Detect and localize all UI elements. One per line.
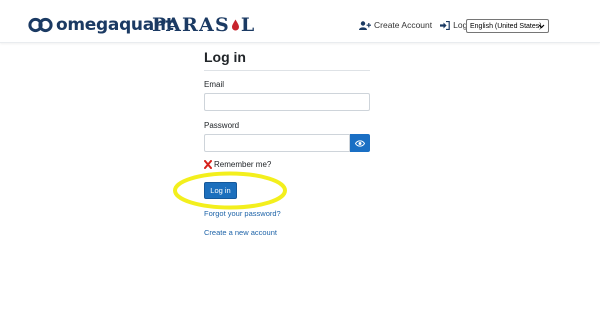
create-account-link[interactable]: Create Account [359,20,432,30]
register-link[interactable]: Create a new account [204,228,277,237]
remember-me-label: Remember me? [214,160,272,169]
show-password-button[interactable] [350,134,370,152]
eye-icon [355,139,365,147]
email-label: Email [204,80,225,89]
sign-in-icon [440,20,450,30]
login-form: Log in Email Password Remember me? Log i… [173,48,370,237]
email-field[interactable] [204,93,370,111]
password-label: Password [204,121,240,130]
partner-logo-text-end: L [240,14,256,36]
remember-me-checkbox[interactable]: Remember me? [204,160,271,169]
logo-icon [28,17,53,33]
log-in-button[interactable]: Log in [204,182,237,199]
x-mark-icon [204,160,212,169]
top-navbar: omegaquant PARAS L Create Account Log in [0,0,600,43]
language-select[interactable]: English (United States) [466,19,549,33]
page-title: Log in [204,49,246,65]
add-user-icon [359,20,371,30]
password-field[interactable] [204,134,350,152]
chevron-down-icon [538,24,545,29]
partner-logo-text-start: PARAS [152,14,230,36]
title-divider [204,70,370,71]
partner-logo: PARAS L [152,14,255,36]
drop-icon [231,19,239,31]
create-account-label: Create Account [374,20,433,30]
forgot-password-link[interactable]: Forgot your password? [204,209,281,218]
language-select-value: English (United States) [470,22,542,30]
